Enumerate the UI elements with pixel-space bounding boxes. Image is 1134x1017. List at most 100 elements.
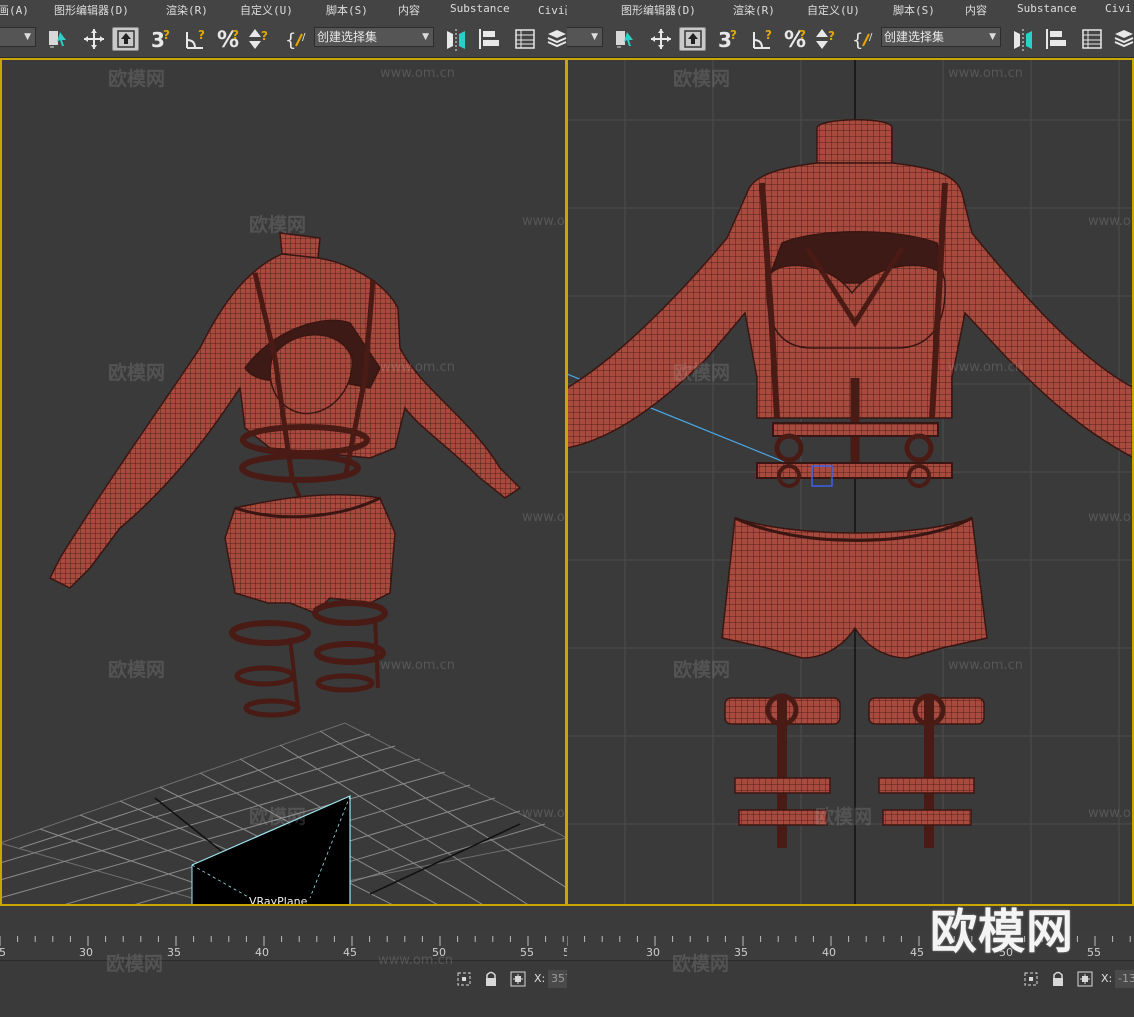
isolate-selection-icon[interactable]	[456, 971, 472, 991]
menu-item-scripting[interactable]: 脚本(S)	[893, 2, 935, 18]
select-and-move-icon[interactable]	[82, 27, 106, 51]
selection-set-dropdown[interactable]: 创建选择集 ▼	[314, 27, 434, 47]
watermark-url: www.om.cn	[380, 360, 455, 375]
menu-item-rendering[interactable]: 渲染(R)	[166, 2, 208, 18]
svg-text:?: ?	[232, 28, 239, 42]
svg-text:?: ?	[828, 29, 835, 43]
selection-filter-dropdown[interactable]: ▼	[0, 27, 36, 47]
scene-explorer-icon[interactable]	[1080, 27, 1104, 51]
menu-item-customize[interactable]: 自定义(U)	[807, 2, 860, 18]
watermark: 欧模网	[249, 214, 307, 236]
menu-item-graph-editors[interactable]: 图形编辑器(D)	[54, 2, 129, 18]
watermark: 欧模网	[249, 806, 307, 828]
menu-item-content[interactable]: 内容	[965, 2, 987, 18]
absolute-mode-icon[interactable]	[510, 971, 526, 991]
watermark: 欧模网	[815, 806, 873, 828]
watermark-url: www.om.cn	[948, 360, 1023, 375]
lock-selection-icon[interactable]	[1051, 970, 1065, 991]
angle-snap-icon[interactable]: ?	[750, 27, 778, 51]
spinner-snap-icon[interactable]: ?	[813, 27, 841, 51]
spinner-snap-icon[interactable]: ?	[246, 27, 274, 51]
snap-3d-icon[interactable]: 3?	[715, 27, 743, 52]
select-object-icon[interactable]	[679, 27, 706, 51]
watermark-url: www.om.cn	[1088, 214, 1132, 229]
brand-watermark: 欧模网	[930, 905, 1074, 960]
watermark-url: www.om.cn	[1088, 806, 1132, 821]
angle-snap-icon[interactable]: ?	[183, 27, 211, 51]
menu-item-substance[interactable]: Substance	[1017, 2, 1077, 15]
mirror-icon[interactable]	[1010, 27, 1036, 51]
watermark-url: www.om.cn	[1088, 510, 1132, 525]
main-toolbar: ▼ 3? ? %? ? {/ 创建选择集 ▼	[0, 20, 567, 58]
svg-text:?: ?	[163, 28, 170, 42]
selection-filter-dropdown[interactable]: ▼	[567, 27, 603, 47]
watermark: 欧模网	[673, 659, 731, 681]
x-coordinate-field[interactable]: 357	[548, 970, 567, 988]
select-and-move-icon[interactable]	[649, 27, 673, 51]
watermark: 欧模网	[106, 953, 164, 975]
watermark-url: www.om.cn	[948, 658, 1023, 673]
align-icon[interactable]	[1042, 27, 1070, 51]
percent-snap-icon[interactable]: %?	[782, 27, 810, 52]
menu-item-rendering[interactable]: 渲染(R)	[733, 2, 775, 18]
percent-snap-icon[interactable]: %?	[215, 27, 243, 52]
named-selection-icon[interactable]: {/	[284, 27, 312, 51]
perspective-viewport[interactable]: 欧模网 www.om.cn 欧模网 www.om.cn 欧模网 www.om.c…	[0, 58, 567, 906]
svg-text:/: /	[869, 32, 873, 43]
watermark-url: www.om.cn	[522, 806, 565, 821]
menu-item-substance[interactable]: Substance	[450, 2, 510, 15]
selection-set-dropdown[interactable]: 创建选择集 ▼	[881, 27, 1001, 47]
time-slider-ruler[interactable]: 5 30 35 40 45 50 55 5	[0, 932, 567, 960]
x-coordinate-label: X:	[534, 972, 546, 985]
select-by-name-icon[interactable]	[611, 27, 637, 51]
garment-mesh-front[interactable]	[567, 119, 1134, 848]
menu-item-civil[interactable]: Civi	[1105, 2, 1132, 15]
menu-item-scripting[interactable]: 脚本(S)	[326, 2, 368, 18]
tick-label: 45	[343, 946, 357, 959]
main-toolbar: ▼ 3? ? %? ? {/ 创建选择集 ▼	[567, 20, 1134, 58]
lock-selection-icon[interactable]	[484, 970, 498, 991]
scene-explorer-icon[interactable]	[513, 27, 537, 51]
perspective-scene	[2, 232, 565, 904]
status-bar: 欧模网 X: -13	[567, 953, 1134, 1017]
svg-text:?: ?	[198, 28, 205, 42]
menu-item-content[interactable]: 内容	[398, 2, 420, 18]
left-pane: 画(A) 图形编辑器(D) 渲染(R) 自定义(U) 脚本(S) 内容 Subs…	[0, 0, 567, 1017]
tick-label: 35	[167, 946, 181, 959]
align-icon[interactable]	[475, 27, 503, 51]
front-viewport[interactable]: 欧模网 www.om.cn www.om.cn 欧模网 www.om.cn ww…	[567, 58, 1134, 906]
select-by-name-icon[interactable]	[44, 27, 70, 51]
layer-explorer-icon[interactable]	[545, 27, 567, 51]
named-selection-icon[interactable]: {/	[851, 27, 879, 51]
svg-text:?: ?	[261, 29, 268, 43]
layer-explorer-icon[interactable]	[1112, 27, 1134, 51]
isolate-selection-icon[interactable]	[1023, 971, 1039, 991]
menu-item-graph-editors[interactable]: 图形编辑器(D)	[621, 2, 696, 18]
svg-text:/: /	[302, 32, 306, 43]
menu-item-customize[interactable]: 自定义(U)	[240, 2, 293, 18]
tick-label: 40	[822, 946, 836, 959]
menu-item-civil[interactable]: Civi画(A)	[538, 2, 567, 18]
mirror-icon[interactable]	[443, 27, 469, 51]
tick-label: 45	[910, 946, 924, 959]
svg-text:?: ?	[765, 28, 772, 42]
watermark-url: www.om.cn	[378, 953, 453, 968]
object-label: VRayPlane	[249, 895, 308, 906]
select-object-icon[interactable]	[112, 27, 139, 51]
tick-label: 30	[79, 946, 93, 959]
status-bar: 欧模网 www.om.cn X: 357	[0, 953, 567, 1017]
menu-bar: 图形编辑器(D) 渲染(R) 自定义(U) 脚本(S) 内容 Substance…	[567, 0, 1134, 21]
svg-text:?: ?	[730, 28, 737, 42]
svg-text:{: {	[852, 30, 863, 51]
menu-bar: 画(A) 图形编辑器(D) 渲染(R) 自定义(U) 脚本(S) 内容 Subs…	[0, 0, 567, 21]
tick-label: 30	[646, 946, 660, 959]
snap-3d-icon[interactable]: 3?	[148, 27, 176, 52]
tick-label: 5	[0, 946, 6, 959]
absolute-mode-icon[interactable]	[1077, 971, 1093, 991]
garment-mesh-perspective[interactable]	[48, 232, 522, 718]
watermark-url: www.om.cn	[380, 658, 455, 673]
x-coordinate-field[interactable]: -13	[1115, 970, 1134, 988]
menu-item-animation[interactable]: 画(A)	[0, 2, 29, 18]
tick-label: 55	[1087, 946, 1101, 959]
watermark-url: www.om.cn	[522, 214, 565, 229]
